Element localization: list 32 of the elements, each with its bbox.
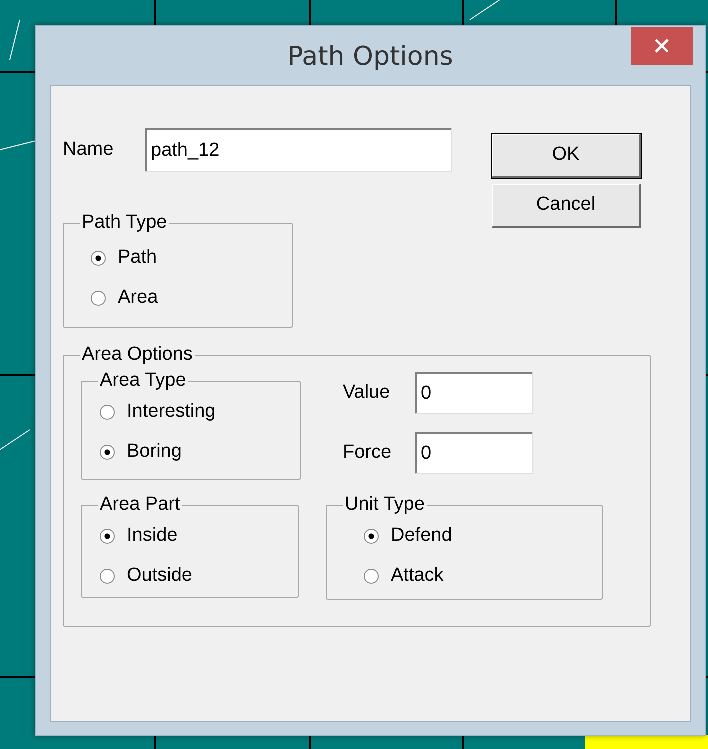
group-title: Area Part [99, 494, 182, 516]
dialog-button[interactable]: Cancel [492, 184, 641, 228]
window-title: Path Options [288, 41, 454, 74]
radio-button[interactable] [91, 290, 106, 306]
radio-button[interactable] [100, 404, 115, 420]
close-icon [655, 39, 669, 53]
radio-label[interactable]: Path [118, 244, 158, 272]
radio-button[interactable] [100, 444, 115, 460]
radio-label[interactable]: Attack [391, 562, 444, 590]
group-title: Path Type [81, 212, 168, 234]
radio-label[interactable]: Inside [127, 522, 178, 550]
radio-label[interactable]: Interesting [127, 398, 216, 426]
field-label: Value [343, 380, 392, 405]
field-label: Force [343, 440, 393, 465]
radio-button[interactable] [91, 250, 106, 266]
group-title: Area Options [81, 344, 194, 366]
group-title: Area Type [99, 370, 188, 392]
radio-label[interactable]: Outside [127, 562, 192, 590]
radio-button[interactable] [100, 528, 115, 544]
group-title: Unit Type [344, 494, 426, 516]
radio-label[interactable]: Area [118, 284, 158, 312]
field-label: Name [63, 138, 115, 162]
input-field[interactable]: 0 [415, 432, 533, 474]
radio-button[interactable] [364, 528, 379, 544]
input-field[interactable]: path_12 [145, 128, 452, 172]
radio-button[interactable] [100, 568, 115, 584]
radio-label[interactable]: Defend [391, 522, 452, 550]
radio-button[interactable] [364, 568, 379, 584]
close-button[interactable] [631, 27, 693, 65]
radio-label[interactable]: Boring [127, 438, 182, 466]
input-field[interactable]: 0 [415, 372, 533, 414]
dialog-button[interactable]: OK [492, 134, 641, 178]
